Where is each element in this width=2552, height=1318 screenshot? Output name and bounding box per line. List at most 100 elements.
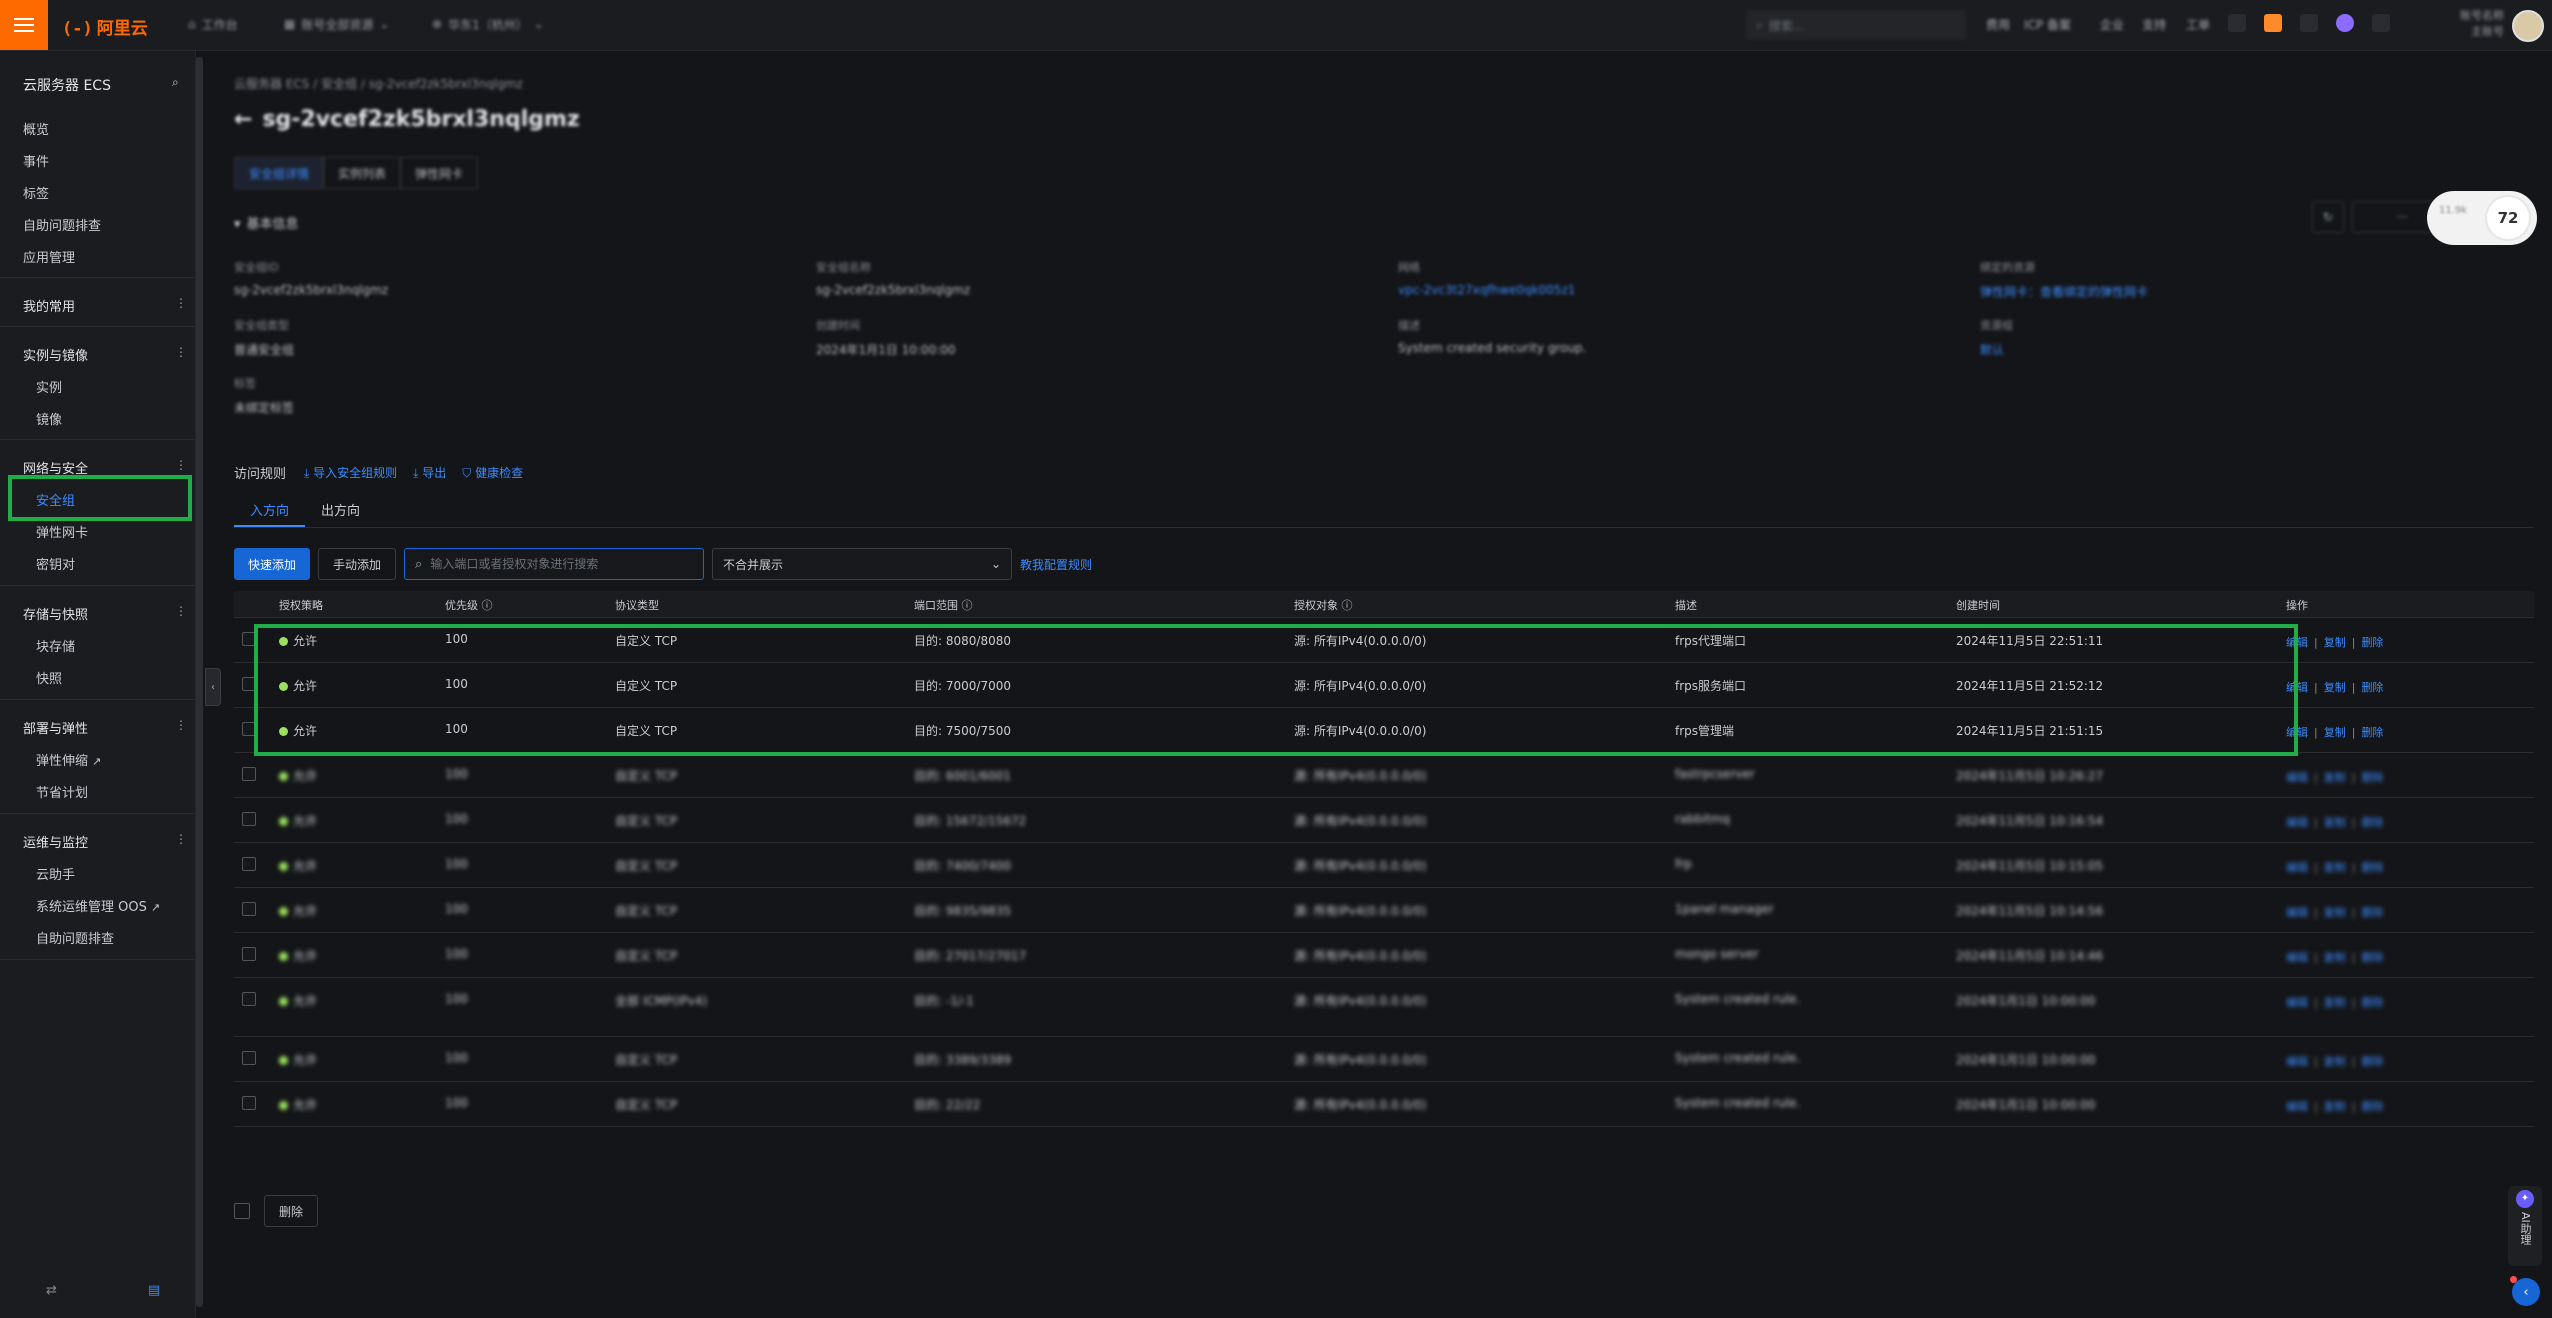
ai-icon[interactable] — [2336, 14, 2354, 32]
menu-button[interactable] — [0, 0, 48, 50]
top-link-billing[interactable]: 费用 — [1986, 16, 2010, 33]
row-checkbox[interactable] — [242, 767, 256, 781]
import-rules-link[interactable]: ⤓ 导入安全组规则 — [304, 464, 397, 481]
sidebar-item-block-storage[interactable]: 块存储 — [36, 636, 75, 655]
edit-link[interactable]: 编辑 — [2286, 726, 2308, 739]
switch-icon[interactable]: ⇄ — [46, 1283, 57, 1298]
delete-link[interactable]: 删除 — [2361, 681, 2383, 694]
sidebar-item-events[interactable]: 事件 — [23, 151, 49, 170]
edit-link[interactable]: 编辑 — [2286, 1055, 2308, 1068]
copy-link[interactable]: 复制 — [2324, 726, 2346, 739]
copy-link[interactable]: 复制 — [2324, 861, 2346, 874]
sidebar-item-tags[interactable]: 标签 — [23, 183, 49, 202]
manual-add-button[interactable]: 手动添加 — [318, 548, 397, 580]
top-link-icp[interactable]: ICP 备案 — [2024, 16, 2071, 33]
delete-link[interactable]: 删除 — [2361, 726, 2383, 739]
delete-link[interactable]: 删除 — [2361, 771, 2383, 784]
edit-link[interactable]: 编辑 — [2286, 906, 2308, 919]
row-checkbox[interactable] — [242, 1051, 256, 1065]
notice-icon[interactable] — [2228, 14, 2246, 32]
copy-link[interactable]: 复制 — [2324, 951, 2346, 964]
delete-link[interactable]: 删除 — [2361, 861, 2383, 874]
global-search[interactable]: ⌕ 搜索... — [1746, 10, 1966, 40]
sidebar-item-instance[interactable]: 实例 — [36, 377, 62, 396]
tab-eni[interactable]: 弹性网卡 — [400, 157, 479, 189]
top-link-ticket[interactable]: 工单 — [2186, 16, 2210, 33]
tab-inbound[interactable]: 入方向 — [234, 497, 306, 527]
edit-link[interactable]: 编辑 — [2286, 951, 2308, 964]
select-all-checkbox[interactable] — [234, 1203, 250, 1219]
teach-config-link[interactable]: 教我配置规则 — [1020, 556, 1092, 573]
sidebar-item-eni[interactable]: 弹性网卡 — [36, 522, 88, 541]
row-checkbox[interactable] — [242, 722, 256, 736]
top-tab-workbench[interactable]: ⌂ 工作台 — [176, 8, 250, 40]
sidebar-item-troubleshoot[interactable]: 自助问题排查 — [23, 215, 101, 234]
language-icon[interactable] — [2372, 14, 2390, 32]
row-checkbox[interactable] — [242, 992, 256, 1006]
edit-link[interactable]: 编辑 — [2286, 861, 2308, 874]
top-link-enterprise[interactable]: 企业 — [2100, 16, 2124, 33]
more-icon[interactable]: ⋮ — [175, 458, 187, 472]
sidebar-search-icon[interactable]: ⌕ — [172, 75, 179, 90]
aliyun-logo[interactable]: (-) 阿里云 — [62, 14, 148, 39]
floating-badge[interactable]: 11.9k 72 — [2427, 191, 2537, 245]
copy-link[interactable]: 复制 — [2324, 816, 2346, 829]
more-icon[interactable]: ⋮ — [175, 345, 187, 359]
sidebar-item-savings-plan[interactable]: 节省计划 — [36, 782, 88, 801]
row-checkbox[interactable] — [242, 812, 256, 826]
copy-link[interactable]: 复制 — [2324, 1100, 2346, 1113]
edit-link[interactable]: 编辑 — [2286, 681, 2308, 694]
sidebar-item-autoscaling[interactable]: 弹性伸缩 ↗ — [36, 750, 101, 769]
tab-details[interactable]: 安全组详情 — [234, 157, 325, 189]
rule-search-input[interactable] — [428, 556, 693, 572]
top-tab-region[interactable]: ⊕ 华东1（杭州） ⌄ — [420, 8, 556, 40]
sidebar-group-network[interactable]: 网络与安全 — [23, 458, 88, 477]
sidebar-group-storage[interactable]: 存储与快照 — [23, 604, 88, 623]
sidebar-group-deploy[interactable]: 部署与弹性 — [23, 718, 88, 737]
message-icon[interactable] — [2264, 14, 2282, 32]
tab-instances[interactable]: 实例列表 — [323, 157, 402, 189]
delete-link[interactable]: 删除 — [2361, 951, 2383, 964]
help-button[interactable]: ‹ — [2510, 1276, 2540, 1306]
row-checkbox[interactable] — [242, 677, 256, 691]
layout-icon[interactable]: ▤ — [148, 1283, 160, 1298]
more-icon[interactable]: ⋮ — [175, 296, 187, 310]
sidebar-item-keypair[interactable]: 密钥对 — [36, 554, 75, 573]
row-checkbox[interactable] — [242, 857, 256, 871]
breadcrumb[interactable]: 云服务器 ECS / 安全组 / sg-2vcef2zk5brxl3nqlgmz — [234, 75, 523, 92]
sidebar-item-image[interactable]: 镜像 — [36, 409, 62, 428]
sidebar-item-troubleshoot-2[interactable]: 自助问题排查 — [36, 928, 114, 947]
sidebar-item-cloud-assistant[interactable]: 云助手 — [36, 864, 75, 883]
sidebar-item-oos[interactable]: 系统运维管理 OOS ↗ — [36, 896, 160, 915]
edit-link[interactable]: 编辑 — [2286, 636, 2308, 649]
sidebar-item-security-group[interactable]: 安全组 — [36, 490, 75, 509]
top-link-support[interactable]: 支持 — [2142, 16, 2166, 33]
health-check-link[interactable]: ⛉ 健康检查 — [462, 464, 523, 481]
delete-link[interactable]: 删除 — [2361, 636, 2383, 649]
sidebar-group-ops[interactable]: 运维与监控 — [23, 832, 88, 851]
ai-assistant-button[interactable]: ✦ AI助理 — [2508, 1186, 2542, 1266]
collapse-sidebar-button[interactable]: ‹ — [205, 668, 221, 706]
sidebar-scrollbar[interactable] — [196, 57, 203, 1307]
arrow-left-icon[interactable]: ← — [234, 107, 252, 132]
edit-link[interactable]: 编辑 — [2286, 816, 2308, 829]
sidebar-item-overview[interactable]: 概览 — [23, 119, 49, 138]
more-icon[interactable]: ⋮ — [175, 832, 187, 846]
export-link[interactable]: ⤓ 导出 — [413, 464, 446, 481]
avatar[interactable] — [2512, 10, 2544, 42]
more-icon[interactable]: ⋮ — [175, 604, 187, 618]
edit-link[interactable]: 编辑 — [2286, 771, 2308, 784]
copy-link[interactable]: 复制 — [2324, 906, 2346, 919]
sidebar-item-app-management[interactable]: 应用管理 — [23, 247, 75, 266]
sidebar-group-favorites[interactable]: 我的常用 — [23, 296, 75, 315]
delete-link[interactable]: 删除 — [2361, 1055, 2383, 1068]
edit-link[interactable]: 编辑 — [2286, 1100, 2308, 1113]
copy-link[interactable]: 复制 — [2324, 681, 2346, 694]
merge-display-select[interactable]: 不合并展示 ⌄ — [712, 548, 1013, 580]
copy-link[interactable]: 复制 — [2324, 996, 2346, 1009]
top-tab-resources[interactable]: ▦ 账号全部资源 ⌄ — [272, 8, 401, 40]
sidebar-item-snapshot[interactable]: 快照 — [36, 668, 62, 687]
sidebar-group-instances[interactable]: 实例与镜像 — [23, 345, 88, 364]
help-icon[interactable] — [2300, 14, 2318, 32]
user-name[interactable]: 账号名称 主账号 — [2460, 8, 2504, 40]
